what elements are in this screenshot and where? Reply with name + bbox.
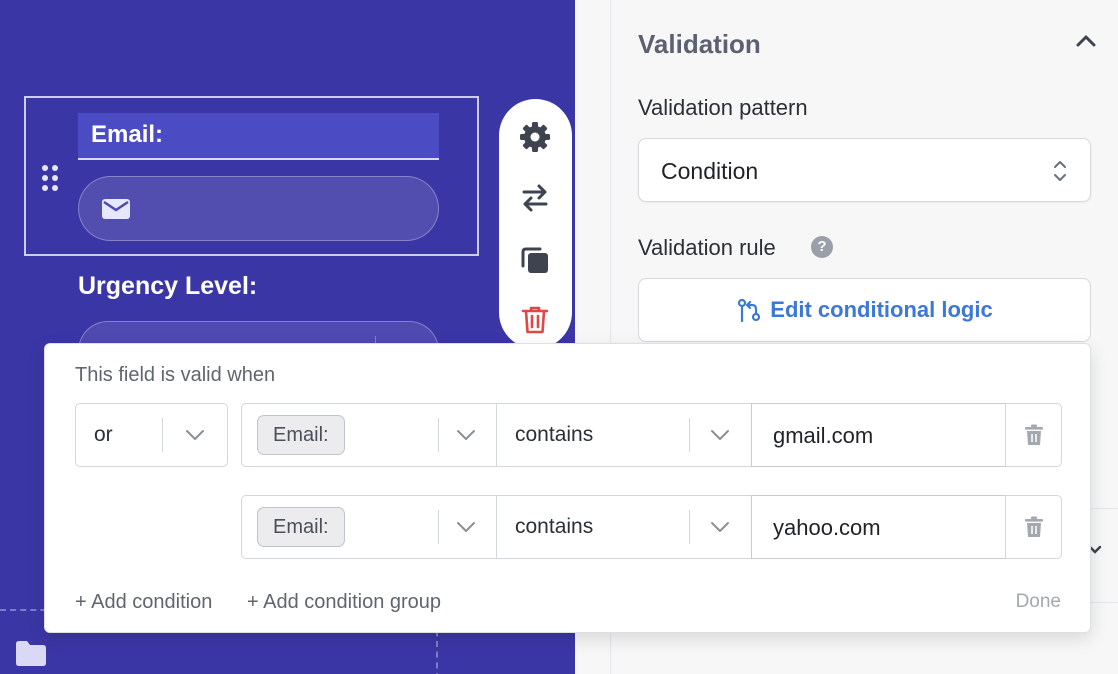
email-input-preview[interactable] <box>78 176 439 241</box>
add-condition-link[interactable]: + Add condition <box>75 591 212 614</box>
help-icon[interactable]: ? <box>811 236 833 258</box>
chevron-updown-icon <box>1054 161 1066 181</box>
edit-conditional-logic-button[interactable]: Edit conditional logic <box>638 278 1091 342</box>
chevron-down-icon <box>711 430 729 440</box>
comparator-value: contains <box>515 515 594 538</box>
condition-field-select[interactable]: Email: <box>241 403 497 467</box>
field-toolbar <box>499 99 572 349</box>
condition-row: Email: contains yahoo.com <box>241 495 1062 559</box>
chevron-down-icon <box>457 430 475 440</box>
condition-value-input[interactable]: yahoo.com <box>751 495 1006 559</box>
condition-field-select[interactable]: Email: <box>241 495 497 559</box>
delete-condition-button[interactable] <box>1005 403 1062 467</box>
condition-value: gmail.com <box>773 423 874 448</box>
chevron-down-icon <box>457 522 475 532</box>
gear-icon <box>520 122 550 152</box>
condition-comparator-select[interactable]: contains <box>496 495 752 559</box>
conditional-logic-popover: This field is valid when or Email: conta… <box>44 343 1091 633</box>
drag-handle-icon[interactable] <box>40 163 62 193</box>
select-divider <box>689 510 690 544</box>
logic-operator-value: or <box>94 423 113 446</box>
branch-icon <box>738 298 761 323</box>
trash-icon <box>1024 516 1043 537</box>
chevron-down-icon <box>186 430 204 440</box>
trash-icon <box>1024 424 1043 445</box>
condition-comparator-select[interactable]: contains <box>496 403 752 467</box>
edit-conditional-logic-label: Edit conditional logic <box>770 297 993 322</box>
chevron-up-icon[interactable] <box>1075 34 1097 48</box>
add-condition-group-link[interactable]: + Add condition group <box>247 591 441 614</box>
swap-icon <box>522 184 548 212</box>
select-divider <box>438 418 439 452</box>
mail-icon <box>102 199 130 219</box>
email-field-label: Email: <box>91 121 164 148</box>
select-divider <box>689 418 690 452</box>
comparator-value: contains <box>515 423 594 446</box>
chevron-down-icon <box>711 522 729 532</box>
section-divider <box>1090 602 1118 603</box>
duplicate-button[interactable] <box>519 244 551 276</box>
field-chip: Email: <box>257 507 345 547</box>
done-button[interactable]: Done <box>1016 591 1061 613</box>
condition-value-input[interactable]: gmail.com <box>751 403 1006 467</box>
settings-button[interactable] <box>519 121 551 153</box>
condition-value: yahoo.com <box>773 515 881 540</box>
folder-icon[interactable] <box>14 639 48 667</box>
section-divider <box>1090 508 1118 509</box>
condition-row: Email: contains gmail.com <box>241 403 1062 467</box>
validation-pattern-label: Validation pattern <box>638 95 808 120</box>
swap-button[interactable] <box>519 182 551 214</box>
section-title: Validation <box>638 29 761 59</box>
trash-icon <box>521 306 549 334</box>
validation-pattern-value: Condition <box>661 158 759 184</box>
select-divider <box>162 418 163 452</box>
urgency-field-label: Urgency Level: <box>78 272 258 300</box>
logic-operator-select[interactable]: or <box>75 403 228 467</box>
delete-field-button[interactable] <box>519 304 551 336</box>
field-chip: Email: <box>257 415 345 455</box>
validation-pattern-select[interactable]: Condition <box>638 138 1091 202</box>
popover-title: This field is valid when <box>75 364 276 386</box>
email-field-label-editor[interactable]: Email: <box>78 113 439 160</box>
validation-rule-label: Validation rule <box>638 235 776 260</box>
delete-condition-button[interactable] <box>1005 495 1062 559</box>
copy-icon <box>521 247 548 273</box>
select-divider <box>438 510 439 544</box>
